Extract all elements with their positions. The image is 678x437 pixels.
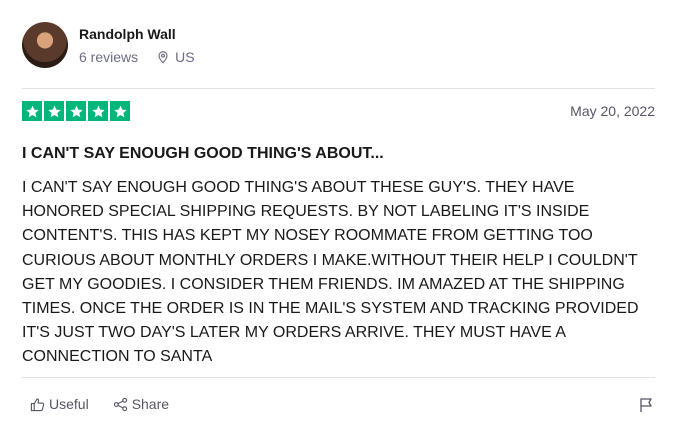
share-icon bbox=[113, 397, 127, 411]
bottom-divider bbox=[22, 377, 655, 378]
useful-label: Useful bbox=[49, 396, 89, 412]
useful-button[interactable]: Useful bbox=[30, 396, 89, 412]
flag-icon[interactable] bbox=[638, 397, 654, 413]
review-actions: Useful Share bbox=[30, 396, 169, 412]
star-icon bbox=[110, 101, 130, 121]
review-count: 6 reviews bbox=[79, 49, 139, 65]
reviewer-header: Randolph Wall 6 reviews US bbox=[22, 22, 195, 68]
reviewer-info: Randolph Wall 6 reviews US bbox=[79, 25, 195, 65]
location-pin-icon bbox=[158, 51, 168, 64]
star-icon bbox=[22, 101, 42, 121]
star-rating bbox=[22, 101, 130, 121]
reviewer-meta: 6 reviews US bbox=[79, 49, 195, 65]
review-date: May 20, 2022 bbox=[570, 103, 655, 119]
review-body: I CAN'T SAY ENOUGH GOOD THING'S ABOUT TH… bbox=[22, 179, 639, 366]
reviewer-country: US bbox=[175, 49, 195, 65]
thumbs-up-icon bbox=[30, 397, 45, 411]
reviewer-location: US bbox=[156, 49, 195, 65]
share-label: Share bbox=[131, 396, 170, 412]
star-icon bbox=[66, 101, 86, 121]
review-title[interactable]: I CAN'T SAY ENOUGH GOOD THING'S ABOUT... bbox=[22, 144, 655, 164]
reviewer-name[interactable]: Randolph Wall bbox=[79, 25, 195, 43]
share-button[interactable]: Share bbox=[113, 396, 169, 412]
star-icon bbox=[44, 101, 64, 121]
star-icon bbox=[88, 101, 108, 121]
avatar[interactable] bbox=[22, 22, 68, 68]
top-divider bbox=[22, 88, 655, 89]
